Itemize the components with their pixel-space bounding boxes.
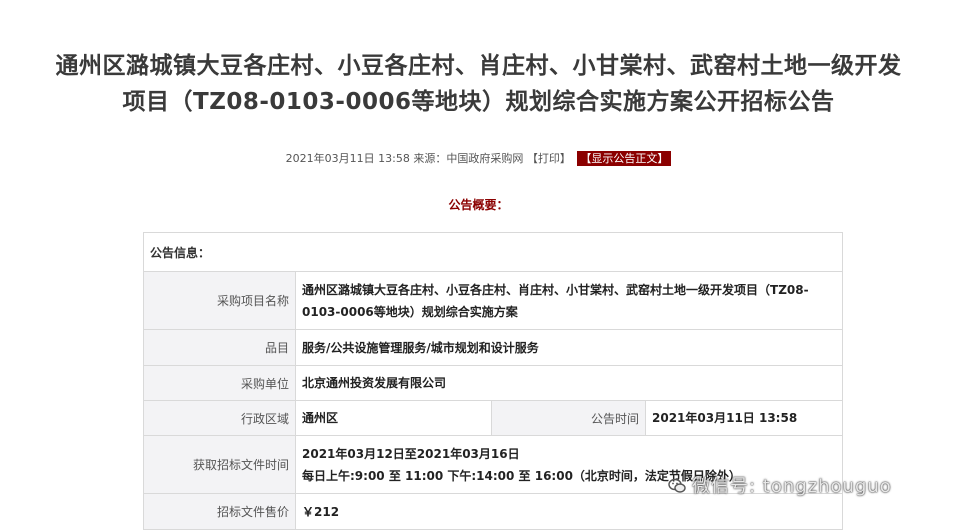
doc-price-value: ￥212 [294, 493, 844, 530]
page-title: 通州区潞城镇大豆各庄村、小豆各庄村、肖庄村、小甘棠村、武窑村土地一级开发 项目（… [0, 48, 957, 120]
purchaser-value: 北京通州投资发展有限公司 [294, 365, 844, 401]
doc-price-label: 招标文件售价 [143, 493, 296, 530]
article-meta: 2021年03月11日 13:58 来源：中国政府采购网 【打印】 【显示公告正… [0, 150, 957, 166]
obtain-docs-dates: 2021年03月12日至2021年03月16日 [302, 446, 520, 461]
print-link[interactable]: 【打印】 [527, 152, 571, 165]
region-label: 行政区域 [143, 400, 296, 436]
source-text: 来源：中国政府采购网 [413, 152, 524, 165]
item-label: 品目 [143, 329, 296, 366]
table-row: 品目 服务/公共设施管理服务/城市规划和设计服务 [143, 329, 844, 366]
show-notice-button[interactable]: 【显示公告正文】 [577, 151, 672, 166]
table-row: 采购项目名称 通州区潞城镇大豆各庄村、小豆各庄村、肖庄村、小甘棠村、武窑村土地一… [143, 271, 844, 330]
notice-time-value: 2021年03月11日 13:58 [644, 400, 844, 436]
project-name-value: 通州区潞城镇大豆各庄村、小豆各庄村、肖庄村、小甘棠村、武窑村土地一级开发项目（T… [294, 271, 844, 330]
page-title-line1: 通州区潞城镇大豆各庄村、小豆各庄村、肖庄村、小甘棠村、武窑村土地一级开发 [55, 53, 902, 79]
publish-datetime: 2021年03月11日 13:58 [285, 152, 410, 165]
table-row: 招标文件售价 ￥212 [143, 493, 844, 530]
region-value: 通州区 [295, 400, 492, 436]
watermark-text: 微信号: tongzhouguo [692, 476, 892, 497]
wechat-watermark: 微信号: tongzhouguo [668, 472, 892, 498]
purchaser-label: 采购单位 [143, 365, 296, 401]
page-title-line2: 项目（TZ08-0103-0006等地块）规划综合实施方案公开招标公告 [122, 89, 835, 115]
table-row: 行政区域 通州区 公告时间 2021年03月11日 13:58 [143, 400, 844, 436]
summary-heading: 公告概要： [448, 198, 509, 212]
notice-time-label: 公告时间 [491, 400, 646, 436]
item-value: 服务/公共设施管理服务/城市规划和设计服务 [294, 329, 844, 366]
obtain-docs-label: 获取招标文件时间 [143, 435, 296, 494]
project-name-label: 采购项目名称 [143, 271, 296, 330]
wechat-icon [668, 478, 686, 494]
table-header-row: 公告信息： [142, 232, 844, 272]
table-header: 公告信息： [142, 232, 844, 272]
table-row: 采购单位 北京通州投资发展有限公司 [143, 365, 844, 401]
